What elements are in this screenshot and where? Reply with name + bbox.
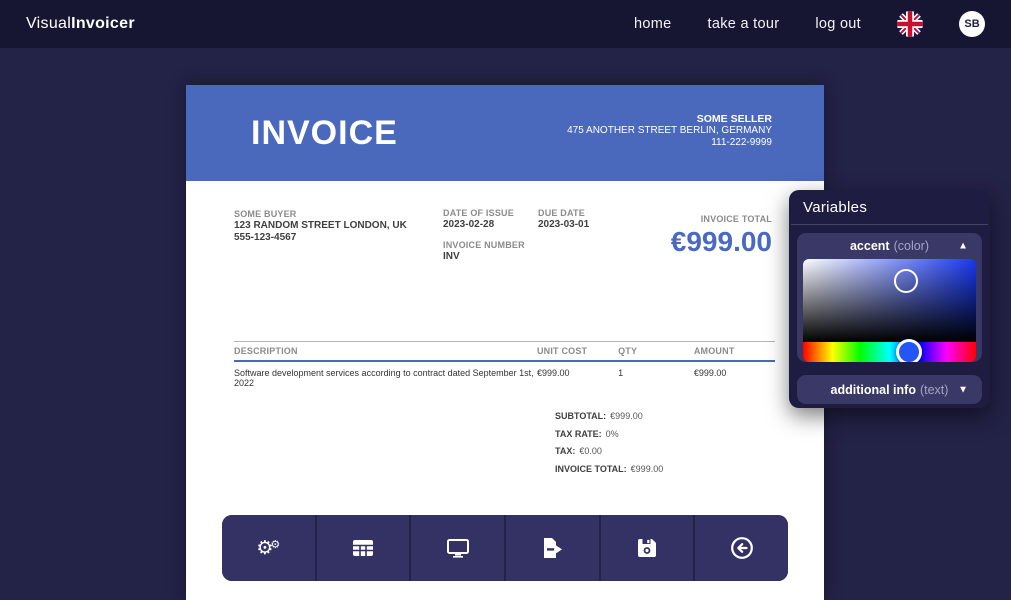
nav-link-take-a-tour[interactable]: take a tour <box>708 16 780 32</box>
color-picker[interactable] <box>803 259 976 362</box>
col-header-amount: AMOUNT <box>694 346 775 356</box>
due-date-value: 2023-03-01 <box>538 219 589 231</box>
variables-panel: Variables accent (color) ▲ additional in… <box>789 190 990 408</box>
navbar-right: home take a tour log out SB <box>634 11 985 37</box>
back-button[interactable] <box>693 515 788 581</box>
table-icon <box>353 540 373 556</box>
save-button[interactable] <box>599 515 694 581</box>
accent-section-header[interactable]: accent (color) ▲ <box>797 233 982 259</box>
row-unit-cost: €999.00 <box>537 368 618 388</box>
date-of-issue-block: DATE OF ISSUE 2023-02-28 <box>443 207 514 231</box>
panel-divider <box>791 224 988 225</box>
app-window: VisualInvoicer home take a tour log out … <box>0 0 1011 600</box>
tax-label: TAX: <box>555 446 575 456</box>
additional-info-section-name: additional info <box>831 383 916 397</box>
tax-line: TAX: €0.00 <box>555 443 663 461</box>
tax-value: €0.00 <box>579 446 602 456</box>
top-navbar: VisualInvoicer home take a tour log out … <box>0 0 1011 48</box>
tax-rate-value: 0% <box>606 429 619 439</box>
subtotal-value: €999.00 <box>610 411 643 421</box>
saturation-cursor[interactable] <box>894 269 918 293</box>
expand-triangle-icon[interactable]: ▼ <box>958 384 968 395</box>
action-toolbar: ⚙⚙ <box>222 515 788 581</box>
settings-button[interactable]: ⚙⚙ <box>222 515 315 581</box>
seller-phone: 111-222-9999 <box>567 137 772 149</box>
saturation-area[interactable] <box>803 259 976 342</box>
invoice-header: INVOICE SOME SELLER 475 ANOTHER STREET B… <box>186 85 824 181</box>
table-header-row: DESCRIPTION UNIT COST QTY AMOUNT <box>234 341 775 362</box>
invoice-total-block: INVOICE TOTAL €999.00 <box>671 214 772 258</box>
date-of-issue-value: 2023-02-28 <box>443 219 514 231</box>
subtotal-line: SUBTOTAL: €999.00 <box>555 408 663 426</box>
variable-section-additional-info: additional info (text) ▼ <box>797 375 982 404</box>
invoice-number-label: INVOICE NUMBER <box>443 239 525 251</box>
invoice-preview: INVOICE SOME SELLER 475 ANOTHER STREET B… <box>186 85 824 600</box>
nav-link-log-out[interactable]: log out <box>815 16 861 32</box>
table-view-button[interactable] <box>315 515 410 581</box>
subtotal-label: SUBTOTAL: <box>555 411 606 421</box>
variables-panel-title: Variables <box>789 190 990 224</box>
seller-block: SOME SELLER 475 ANOTHER STREET BERLIN, G… <box>567 113 772 149</box>
buyer-block: SOME BUYER 123 RANDOM STREET LONDON, UK … <box>234 207 407 244</box>
col-header-qty: QTY <box>618 346 694 356</box>
logo-prefix: Visual <box>26 15 71 32</box>
hue-cursor[interactable] <box>896 339 922 362</box>
due-date-label: DUE DATE <box>538 207 589 219</box>
invoice-number-block: INVOICE NUMBER INV <box>443 239 525 263</box>
total-line-value: €999.00 <box>631 464 664 474</box>
user-avatar[interactable]: SB <box>959 11 985 37</box>
invoice-total-label: INVOICE TOTAL <box>671 214 772 224</box>
col-header-unit-cost: UNIT COST <box>537 346 618 356</box>
nav-link-home[interactable]: home <box>634 16 671 32</box>
variable-section-accent: accent (color) ▲ <box>797 233 982 362</box>
row-amount: €999.00 <box>694 368 775 388</box>
row-description: Software development services according … <box>234 368 537 388</box>
total-line-label: INVOICE TOTAL: <box>555 464 627 474</box>
accent-section-name: accent <box>850 239 890 253</box>
logo-suffix: Invoicer <box>71 15 135 32</box>
date-of-issue-label: DATE OF ISSUE <box>443 207 514 219</box>
seller-name: SOME SELLER <box>567 113 772 125</box>
additional-info-section-header[interactable]: additional info (text) ▼ <box>797 375 982 404</box>
invoice-number-value: INV <box>443 251 525 263</box>
tax-rate-line: TAX RATE: 0% <box>555 426 663 444</box>
accent-section-type: (color) <box>894 239 929 253</box>
invoice-title: INVOICE <box>251 114 398 153</box>
line-items-table: DESCRIPTION UNIT COST QTY AMOUNT Softwar… <box>234 341 775 394</box>
row-qty: 1 <box>618 368 694 388</box>
hue-slider[interactable] <box>803 342 976 362</box>
export-button[interactable] <box>504 515 599 581</box>
buyer-address: 123 RANDOM STREET LONDON, UK <box>234 220 407 232</box>
invoice-total-value: €999.00 <box>671 226 772 258</box>
buyer-phone: 555-123-4567 <box>234 232 407 244</box>
table-row: Software development services according … <box>234 362 775 394</box>
save-icon <box>638 539 656 557</box>
cogs-icon: ⚙⚙ <box>256 539 280 558</box>
file-export-icon <box>542 538 563 558</box>
tax-rate-label: TAX RATE: <box>555 429 602 439</box>
monitor-icon <box>447 539 469 558</box>
seller-address: 475 ANOTHER STREET BERLIN, GERMANY <box>567 125 772 137</box>
invoice-total-line: INVOICE TOTAL: €999.00 <box>555 461 663 479</box>
app-logo[interactable]: VisualInvoicer <box>26 15 135 33</box>
collapse-triangle-icon[interactable]: ▲ <box>958 241 968 252</box>
uk-flag-icon[interactable] <box>897 11 923 37</box>
additional-info-section-type: (text) <box>920 383 948 397</box>
col-header-description: DESCRIPTION <box>234 346 537 356</box>
preview-button[interactable] <box>409 515 504 581</box>
arrow-circle-left-icon <box>731 537 753 559</box>
totals-block: SUBTOTAL: €999.00 TAX RATE: 0% TAX: €0.00 I… <box>555 408 663 478</box>
due-date-block: DUE DATE 2023-03-01 <box>538 207 589 231</box>
buyer-name: SOME BUYER <box>234 209 297 219</box>
